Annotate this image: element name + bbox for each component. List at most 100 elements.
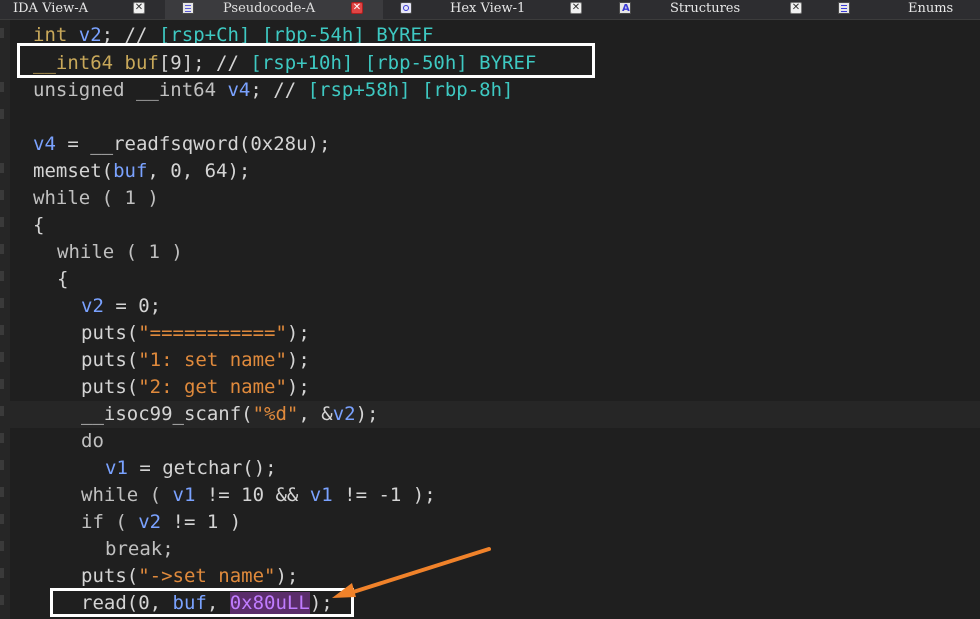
code-token: ); — [287, 376, 310, 398]
code-line[interactable]: if ( v2 != 1 ) — [10, 509, 980, 536]
tab-ida-view-a[interactable]: IDA View-A ✕ — [0, 0, 165, 19]
variable-v1[interactable]: v1 — [173, 484, 196, 506]
tab-label: IDA View-A — [13, 0, 88, 18]
code-token: ; // — [250, 79, 307, 101]
variable-v2[interactable]: v2 — [81, 295, 104, 317]
code-line[interactable]: puts("==========="); — [10, 320, 980, 347]
close-icon[interactable]: ✕ — [351, 2, 363, 14]
function-call[interactable]: puts( — [81, 349, 138, 371]
code-line[interactable]: break; — [10, 536, 980, 563]
variable-v4[interactable]: v4 — [33, 133, 56, 155]
tab-label: Hex View-1 — [450, 0, 525, 18]
gutter-mark — [0, 541, 4, 551]
tab-structures[interactable]: Structures ✕ — [601, 0, 819, 19]
keyword-if: if ( — [81, 511, 138, 533]
tab-hex-view-1[interactable]: Hex View-1 ✕ — [383, 0, 601, 19]
gutter-mark — [0, 379, 4, 389]
enums-icon — [838, 2, 850, 14]
gutter-mark — [0, 595, 4, 605]
type-keyword[interactable]: int — [33, 24, 67, 46]
gutter-mark — [0, 217, 4, 227]
code-line[interactable]: v1 = getchar(); — [10, 455, 980, 482]
tab-bar: IDA View-A ✕ Pseudocode-A ✕ Hex View-1 ✕… — [0, 0, 980, 20]
variable-buf[interactable]: buf — [125, 52, 159, 74]
hex-literal[interactable]: 0x80uLL — [230, 592, 310, 614]
code-token: , & — [298, 403, 332, 425]
code-line[interactable]: while ( 1 ) — [10, 185, 980, 212]
code-token: ); — [310, 592, 333, 614]
code-token: ; // — [102, 24, 159, 46]
code-token: ); — [287, 349, 310, 371]
code-line[interactable]: memset(buf, 0, 64); — [10, 158, 980, 185]
code-line[interactable]: while ( 1 ) — [10, 239, 980, 266]
gutter-mark — [0, 163, 4, 173]
string-literal: "2: get name" — [138, 376, 287, 398]
gutter-mark — [0, 244, 4, 254]
tab-enums[interactable]: Enums — [819, 0, 980, 19]
code-line[interactable]: { — [10, 266, 980, 293]
code-token: = getchar(); — [128, 457, 277, 479]
variable-v4[interactable]: v4 — [227, 79, 250, 101]
code-line[interactable]: puts("2: get name"); — [10, 374, 980, 401]
code-token: ); — [275, 565, 298, 587]
code-line[interactable]: int v2; // [rsp+Ch] [rbp-54h] BYREF — [10, 22, 980, 49]
code-token: , — [207, 592, 230, 614]
function-call[interactable]: __isoc99_scanf( — [81, 403, 253, 425]
tab-label: Pseudocode-A — [223, 0, 315, 18]
code-line[interactable]: read(0, buf, 0x80uLL); — [10, 590, 980, 617]
code-token: , 0, 64); — [147, 160, 250, 182]
code-token: ); — [356, 403, 379, 425]
code-token — [216, 79, 227, 101]
gutter-mark — [0, 487, 4, 497]
code-token: [9]; // — [159, 52, 251, 74]
variable-v2[interactable]: v2 — [79, 24, 102, 46]
keyword-do: do — [81, 430, 104, 452]
code-line[interactable]: do — [10, 428, 980, 455]
pseudocode-editor[interactable]: int v2; // [rsp+Ch] [rbp-54h] BYREF __in… — [0, 20, 980, 619]
string-literal: "->set name" — [138, 565, 275, 587]
type-keyword[interactable]: __int64 — [33, 52, 113, 74]
code-line-current[interactable]: __isoc99_scanf("%d", &v2); — [10, 401, 980, 428]
structures-icon — [619, 2, 631, 14]
code-line[interactable]: while ( v1 != 10 && v1 != -1 ); — [10, 482, 980, 509]
code-line[interactable]: { — [10, 212, 980, 239]
code-line[interactable]: v4 = __readfsqword(0x28u); — [10, 131, 980, 158]
close-icon[interactable]: ✕ — [790, 2, 802, 14]
gutter-mark — [0, 190, 4, 200]
function-call[interactable]: puts( — [81, 322, 138, 344]
variable-v2[interactable]: v2 — [333, 403, 356, 425]
type-keyword[interactable]: unsigned __int64 — [33, 79, 216, 101]
variable-v1[interactable]: v1 — [310, 484, 333, 506]
stack-comment: [rsp+Ch] [rbp-54h] BYREF — [159, 24, 434, 46]
keyword-while: while ( 1 ) — [33, 187, 159, 209]
close-icon[interactable]: ✕ — [133, 2, 145, 14]
keyword-while: while ( — [81, 484, 173, 506]
stack-comment: [rsp+58h] [rbp-8h] — [308, 79, 514, 101]
code-token: != 1 ) — [161, 511, 241, 533]
gutter-mark — [0, 298, 4, 308]
variable-v1[interactable]: v1 — [105, 457, 128, 479]
gutter-mark — [0, 460, 4, 470]
code-line[interactable]: puts("1: set name"); — [10, 347, 980, 374]
string-literal: "%d" — [253, 403, 299, 425]
code-token: = 0; — [104, 295, 161, 317]
code-line[interactable]: unsigned __int64 v4; // [rsp+58h] [rbp-8… — [10, 77, 980, 104]
code-line[interactable]: v2 = 0; — [10, 293, 980, 320]
variable-buf[interactable]: buf — [113, 160, 147, 182]
close-icon[interactable]: ✕ — [570, 2, 582, 14]
variable-v2[interactable]: v2 — [138, 511, 161, 533]
function-call[interactable]: puts( — [81, 565, 138, 587]
tab-pseudocode-a[interactable]: Pseudocode-A ✕ — [165, 0, 383, 19]
gutter-mark — [0, 568, 4, 578]
code-line[interactable]: __int64 buf[9]; // [rsp+10h] [rbp-50h] B… — [10, 50, 980, 77]
keyword-break: break; — [105, 538, 174, 560]
code-line[interactable]: puts("->set name"); — [10, 563, 980, 590]
function-call[interactable]: read(0, — [81, 592, 173, 614]
code-token: ); — [287, 322, 310, 344]
function-call[interactable]: puts( — [81, 376, 138, 398]
function-call[interactable]: memset( — [33, 160, 113, 182]
variable-buf[interactable]: buf — [173, 592, 207, 614]
brace: { — [57, 268, 68, 290]
code-token — [113, 52, 124, 74]
gutter-mark — [0, 352, 4, 362]
